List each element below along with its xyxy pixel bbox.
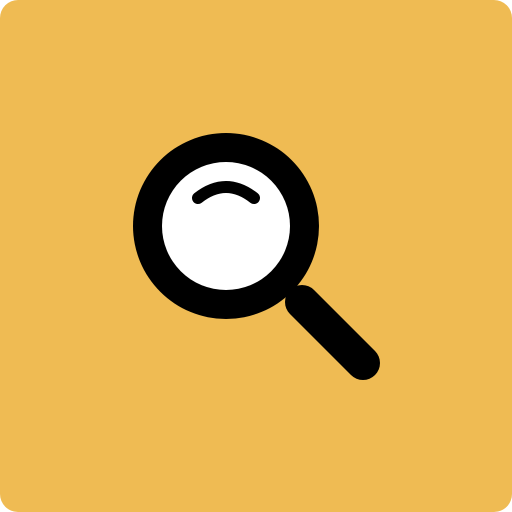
search-icon-tile[interactable] — [0, 0, 512, 512]
magnifier-handle — [285, 285, 380, 380]
search-icon — [133, 133, 380, 380]
